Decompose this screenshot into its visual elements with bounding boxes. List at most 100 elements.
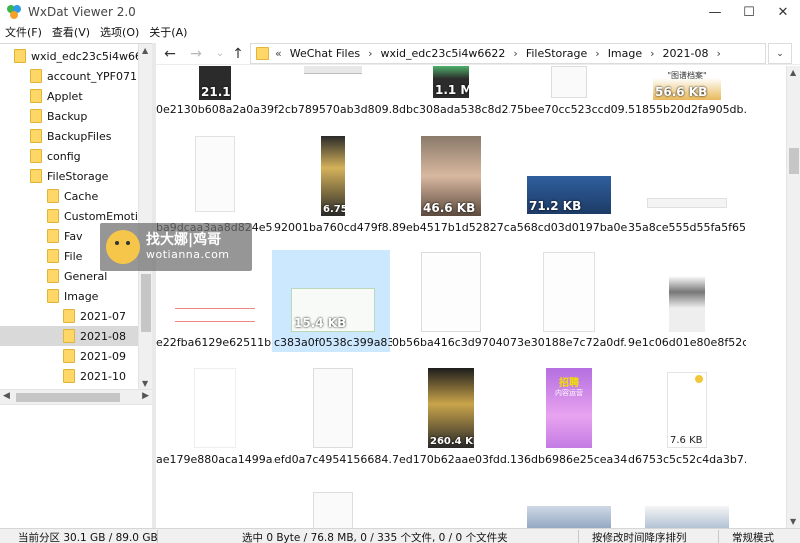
menu-file[interactable]: 文件(F) <box>0 24 47 42</box>
up-arrow-icon[interactable]: ↑ <box>230 46 246 62</box>
menu-options[interactable]: 选项(O) <box>95 24 144 42</box>
tree-item-applet[interactable]: Applet <box>0 86 138 106</box>
tree-item-label: 2021-08 <box>80 329 126 343</box>
status-partition: 当前分区 30.1 GB / 89.0 GB <box>18 532 158 543</box>
image-thumbnail <box>645 506 729 528</box>
menu-view[interactable]: 查看(V) <box>47 24 95 42</box>
image-thumbnail <box>551 66 587 98</box>
image-thumbnail: 71.2 KB <box>527 176 611 214</box>
content-vertical-scrollbar[interactable]: ▲ ▼ <box>786 66 800 528</box>
thumbnail-grid: 21.1 0e2130b608a2a0a39... f2cb789570ab3d… <box>156 66 786 528</box>
scroll-down-icon[interactable]: ▼ <box>790 517 796 526</box>
breadcrumb-wxid[interactable]: wxid_edc23c5i4w6622 <box>380 47 505 60</box>
breadcrumb-separator[interactable]: › <box>368 47 372 60</box>
back-arrow-icon[interactable]: ← <box>162 46 178 62</box>
image-thumbnail <box>421 252 481 332</box>
folder-icon <box>30 169 42 183</box>
file-name: ae179e880aca1499a... <box>156 453 274 466</box>
image-thumbnail <box>304 66 362 74</box>
file-name: 89eb4517b1d52827c... <box>392 221 510 234</box>
file-name: f2cb789570ab3d809... <box>274 103 392 116</box>
tree-item-label: 2021-09 <box>80 349 126 363</box>
image-thumbnail <box>313 492 353 528</box>
tree-item-filestorage[interactable]: FileStorage <box>0 166 138 186</box>
breadcrumb-filestorage[interactable]: FileStorage <box>526 47 587 60</box>
folder-tree: wxid_edc23c5i4w6622 account_YPF0711 Appl… <box>0 43 152 389</box>
minimize-button[interactable]: — <box>698 0 732 24</box>
tree-item-cache[interactable]: Cache <box>0 186 138 206</box>
address-dropdown-icon[interactable]: ⌄ <box>768 43 792 64</box>
scroll-up-icon[interactable]: ▲ <box>790 68 796 77</box>
file-name: efd0a7c4954156684... <box>274 453 392 466</box>
tree-item-account[interactable]: account_YPF0711 <box>0 66 138 86</box>
file-name: 35a8ce555d55fa5f65... <box>628 221 746 234</box>
close-button[interactable]: ✕ <box>766 0 800 24</box>
tree-vertical-scrollbar[interactable]: ▲ ▼ <box>138 44 152 389</box>
breadcrumb-separator[interactable]: › <box>513 47 517 60</box>
file-name: 8dbc308ada538c8d2... <box>392 103 510 116</box>
tree-item-label: account_YPF0711 <box>47 69 138 83</box>
tree-item-label: wxid_edc23c5i4w6622 <box>31 49 138 63</box>
tree-item-2021-07[interactable]: 2021-07 <box>0 306 138 326</box>
tree-item-2021-09[interactable]: 2021-09 <box>0 346 138 366</box>
tree-item-label: Fav <box>64 229 83 243</box>
address-bar[interactable]: « WeChat Files › wxid_edc23c5i4w6622 › F… <box>250 43 766 64</box>
chick-logo-icon <box>106 230 140 264</box>
status-bar: 当前分区 30.1 GB / 89.0 GB 选中 0 Byte / 76.8 … <box>0 528 800 543</box>
folder-icon <box>47 189 59 203</box>
image-thumbnail: "图谱档案" 56.6 KB <box>653 66 721 100</box>
folder-icon <box>63 309 75 323</box>
tree-item-label: Applet <box>47 89 83 103</box>
breadcrumb-separator[interactable]: › <box>595 47 599 60</box>
tree-item-config[interactable]: config <box>0 146 138 166</box>
scroll-down-icon[interactable]: ▼ <box>142 379 148 388</box>
image-thumbnail: 6.75 <box>321 136 345 216</box>
scrollbar-thumb[interactable] <box>16 393 120 402</box>
file-name: 136db6986e25cea34... <box>510 453 628 466</box>
image-thumbnail <box>669 252 705 332</box>
breadcrumb-separator[interactable]: › <box>717 47 721 60</box>
folder-icon <box>63 349 75 363</box>
scrollbar-thumb[interactable] <box>141 274 151 332</box>
tree-item-2021-08[interactable]: 2021-08 <box>0 326 138 346</box>
tree-item-label: General <box>64 269 108 283</box>
watermark-cn: 找大娜|鸡哥 <box>146 232 222 248</box>
tree-item-label: Image <box>64 289 99 303</box>
breadcrumb-overflow[interactable]: « <box>275 47 282 60</box>
scroll-left-icon[interactable]: ◀ <box>3 391 10 401</box>
emoji-icon <box>695 375 703 383</box>
tree-item-backup[interactable]: Backup <box>0 106 138 126</box>
file-name: c383a0f0538c399a83... <box>274 336 392 349</box>
status-divider <box>718 530 719 543</box>
site-watermark: 找大娜|鸡哥 wotianna.com <box>100 223 252 271</box>
tree-item-2021-10[interactable]: 2021-10 <box>0 366 138 386</box>
scroll-up-icon[interactable]: ▲ <box>142 46 148 55</box>
breadcrumb-wechat-files[interactable]: WeChat Files <box>290 47 360 60</box>
maximize-button[interactable]: ☐ <box>732 0 766 24</box>
tree-item-root[interactable]: wxid_edc23c5i4w6622 <box>0 46 138 66</box>
menu-bar: 文件(F) 查看(V) 选项(O) 关于(A) <box>0 24 800 42</box>
menu-about[interactable]: 关于(A) <box>144 24 192 42</box>
scroll-right-icon[interactable]: ▶ <box>142 391 149 401</box>
folder-icon <box>47 209 59 223</box>
tree-item-image[interactable]: Image <box>0 286 138 306</box>
tree-item-label: Backup <box>47 109 88 123</box>
folder-icon <box>63 369 75 383</box>
tree-item-label: config <box>47 149 81 163</box>
forward-arrow-icon[interactable]: → <box>188 46 204 62</box>
tree-item-label: File <box>64 249 83 263</box>
tree-horizontal-scrollbar[interactable]: ◀ ▶ <box>0 389 152 404</box>
scrollbar-thumb[interactable] <box>789 148 799 174</box>
breadcrumb-separator[interactable]: › <box>650 47 654 60</box>
folder-icon <box>30 129 42 143</box>
tree-item-backupfiles[interactable]: BackupFiles <box>0 126 138 146</box>
tree-item-label: Cache <box>64 189 99 203</box>
file-name: e22fba6129e62511b... <box>156 336 274 349</box>
image-thumbnail <box>543 252 595 332</box>
tree-item-label: 2021-07 <box>80 309 126 323</box>
status-mode[interactable]: 常规模式 <box>732 530 774 543</box>
status-sort[interactable]: 按修改时间降序排列 <box>592 530 687 543</box>
chevron-down-icon[interactable]: ⌄ <box>212 46 228 62</box>
breadcrumb-image[interactable]: Image <box>608 47 642 60</box>
breadcrumb-2021-08[interactable]: 2021-08 <box>663 47 709 60</box>
